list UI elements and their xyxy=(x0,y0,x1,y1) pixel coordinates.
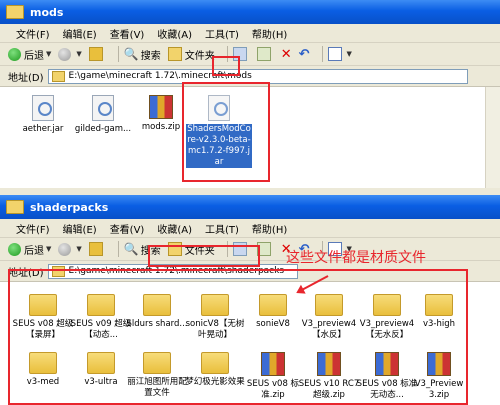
title-bar[interactable]: shaderpacks xyxy=(0,195,500,219)
forward-arrow-icon xyxy=(58,47,72,61)
folder-icon xyxy=(6,5,24,19)
toolbar-separator xyxy=(117,46,119,62)
menu-tools[interactable]: 工具(T) xyxy=(205,26,239,41)
up-folder-button[interactable] xyxy=(88,47,106,61)
forward-arrow-icon xyxy=(58,242,72,256)
chevron-down-icon[interactable]: ▼ xyxy=(76,50,81,58)
up-folder-icon xyxy=(88,47,103,61)
annotation-text: 这些文件都是材质文件 xyxy=(286,250,426,266)
highlight-box-address xyxy=(212,56,240,76)
forward-button[interactable]: ▼ xyxy=(58,242,82,256)
menu-favorites[interactable]: 收藏(A) xyxy=(157,221,192,236)
shaderpacks-explorer-window: shaderpacks 文件(F) 编辑(E) 查看(V) 收藏(A) 工具(T… xyxy=(0,195,500,405)
title-bar[interactable]: mods xyxy=(0,0,500,24)
address-label: 地址(D) xyxy=(8,72,44,84)
folders-icon xyxy=(167,47,182,61)
folders-button[interactable]: 文件夹 xyxy=(167,47,215,62)
toolbar-separator xyxy=(117,241,119,257)
back-button[interactable]: 后退 ▼ xyxy=(8,242,51,257)
menu-file[interactable]: 文件(F) xyxy=(16,221,50,236)
chevron-down-icon[interactable]: ▼ xyxy=(76,245,81,253)
file-item[interactable]: aether.jar xyxy=(12,95,74,135)
back-button[interactable]: 后退 ▼ xyxy=(8,47,51,62)
file-name: gilded-gam... xyxy=(74,124,132,134)
mods-explorer-window: mods 文件(F) 编辑(E) 查看(V) 收藏(A) 工具(T) 帮助(H)… xyxy=(0,0,500,188)
window-title: shaderpacks xyxy=(30,200,109,214)
views-icon xyxy=(327,47,342,61)
file-item[interactable]: gilded-gam... xyxy=(72,95,134,135)
folder-icon xyxy=(51,70,65,82)
chevron-down-icon[interactable]: ▼ xyxy=(46,50,51,58)
back-label: 后退 xyxy=(24,50,44,62)
back-label: 后退 xyxy=(24,245,44,257)
up-folder-button[interactable] xyxy=(88,242,106,256)
copy-to-button[interactable] xyxy=(256,47,274,61)
zip-archive-icon xyxy=(149,95,173,119)
highlight-box-selected-file xyxy=(182,82,270,182)
search-label: 搜索 xyxy=(140,50,161,62)
search-button[interactable]: 🔍 搜索 xyxy=(124,47,161,62)
toolbar-separator xyxy=(321,46,323,62)
toolbar: 后退 ▼ ▼ 🔍 搜索 文件夹 ✕ ↶ ▼ xyxy=(0,43,500,66)
menu-view[interactable]: 查看(V) xyxy=(110,26,145,41)
menu-edit[interactable]: 编辑(E) xyxy=(63,26,97,41)
search-icon: 🔍 xyxy=(123,242,139,256)
chevron-down-icon[interactable]: ▼ xyxy=(46,245,51,253)
menu-edit[interactable]: 编辑(E) xyxy=(63,221,97,236)
window-title: mods xyxy=(30,5,64,19)
copy-to-icon xyxy=(256,47,271,61)
forward-button[interactable]: ▼ xyxy=(58,47,82,61)
menu-tools[interactable]: 工具(T) xyxy=(205,221,239,236)
menu-view[interactable]: 查看(V) xyxy=(110,221,145,236)
menu-favorites[interactable]: 收藏(A) xyxy=(157,26,192,41)
folder-icon xyxy=(6,200,24,214)
highlight-box-files xyxy=(8,269,468,405)
up-folder-icon xyxy=(88,242,103,256)
delete-icon[interactable]: ✕ xyxy=(281,47,292,62)
back-arrow-icon xyxy=(8,242,21,256)
menu-bar: 文件(F) 编辑(E) 查看(V) 收藏(A) 工具(T) 帮助(H) xyxy=(0,219,500,238)
file-name: aether.jar xyxy=(22,124,64,134)
menu-file[interactable]: 文件(F) xyxy=(16,26,50,41)
menu-help[interactable]: 帮助(H) xyxy=(252,221,287,236)
vertical-scrollbar[interactable] xyxy=(485,87,500,188)
chevron-down-icon[interactable]: ▼ xyxy=(347,50,352,58)
menu-help[interactable]: 帮助(H) xyxy=(252,26,287,41)
undo-icon[interactable]: ↶ xyxy=(299,47,310,62)
highlight-box-address xyxy=(148,245,260,267)
menu-bar: 文件(F) 编辑(E) 查看(V) 收藏(A) 工具(T) 帮助(H) xyxy=(0,24,500,43)
search-icon: 🔍 xyxy=(123,47,139,61)
back-arrow-icon xyxy=(8,47,21,61)
jar-file-icon xyxy=(32,95,54,121)
jar-file-icon xyxy=(92,95,114,121)
folders-label: 文件夹 xyxy=(184,50,215,62)
views-button[interactable]: ▼ xyxy=(327,47,352,61)
